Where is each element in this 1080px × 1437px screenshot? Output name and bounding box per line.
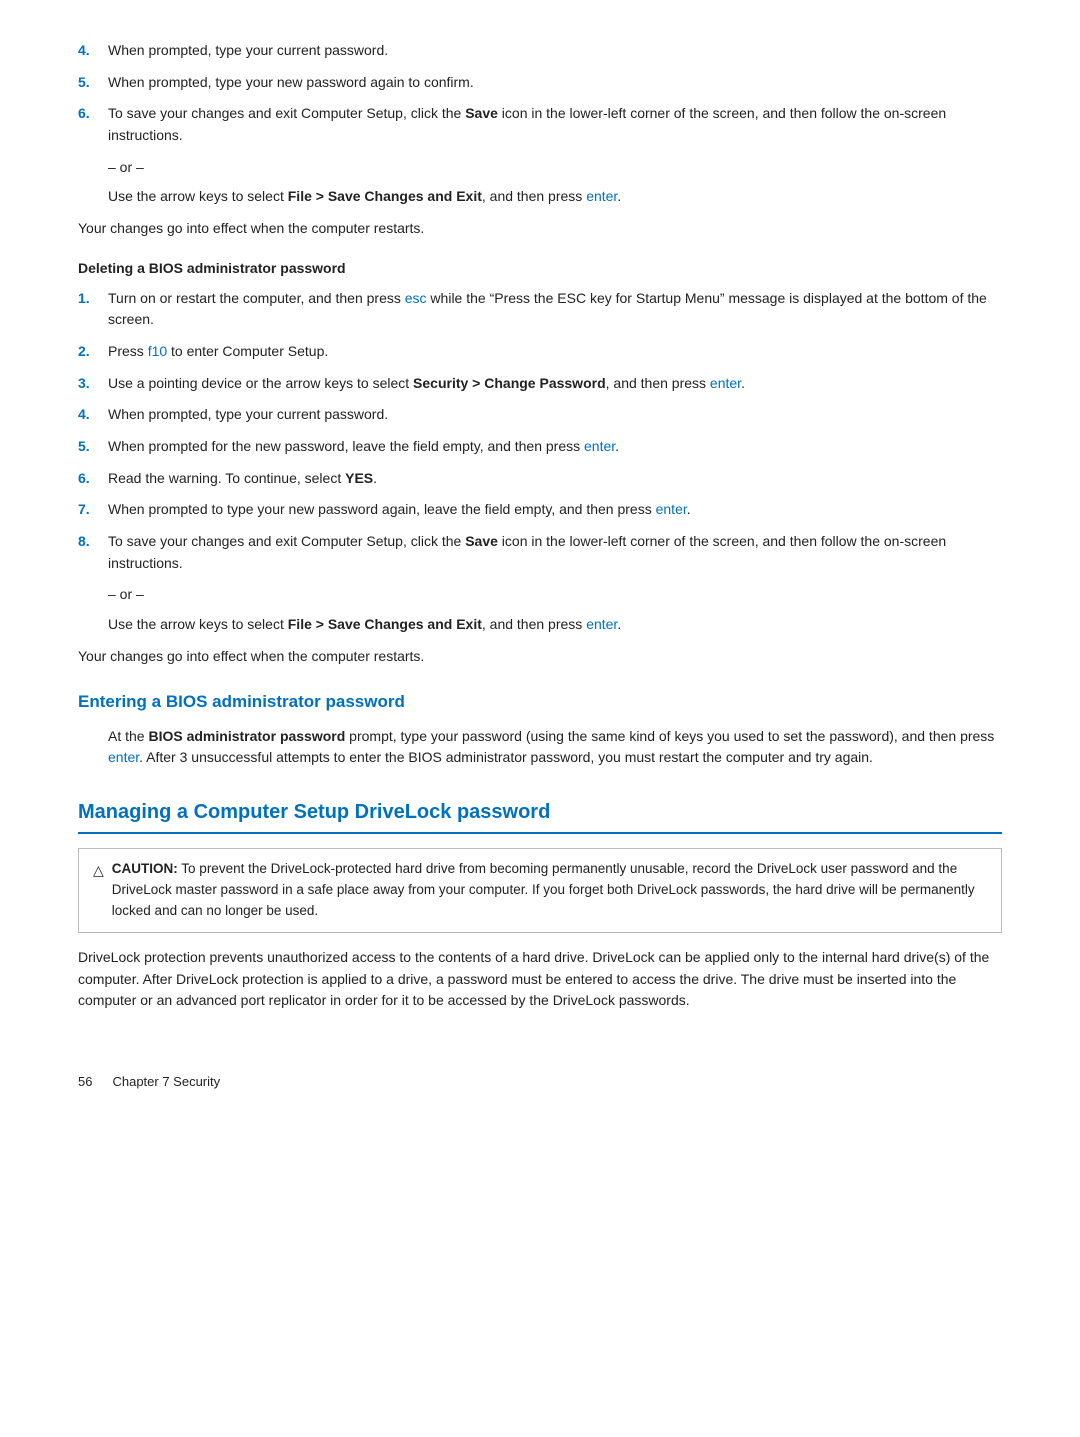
step-text: When prompted for the new password, leav… [108, 436, 1002, 458]
step-text: When prompted, type your new password ag… [108, 72, 1002, 94]
step-num: 3. [78, 373, 96, 395]
step-num: 8. [78, 531, 96, 574]
list-item: 4. When prompted, type your current pass… [78, 40, 1002, 62]
step-num: 4. [78, 40, 96, 62]
entering-bios-heading: Entering a BIOS administrator password [78, 689, 1002, 715]
step-text: To save your changes and exit Computer S… [108, 531, 1002, 574]
restarts-note-1: Your changes go into effect when the com… [78, 218, 1002, 240]
step-text: Use a pointing device or the arrow keys … [108, 373, 1002, 395]
step-num: 6. [78, 103, 96, 146]
enter-link-5[interactable]: enter [586, 616, 617, 632]
file-save-alt-1: Use the arrow keys to select File > Save… [108, 186, 1002, 208]
list-item: 4. When prompted, type your current pass… [78, 404, 1002, 426]
list-item: 3. Use a pointing device or the arrow ke… [78, 373, 1002, 395]
step-num: 1. [78, 288, 96, 331]
step-text: Read the warning. To continue, select YE… [108, 468, 1002, 490]
step-num: 5. [78, 72, 96, 94]
caution-label: CAUTION: [112, 861, 178, 876]
or-separator-2: – or – [108, 584, 1002, 606]
step-text: To save your changes and exit Computer S… [108, 103, 1002, 146]
caution-box: △ CAUTION: To prevent the DriveLock-prot… [78, 848, 1002, 933]
deleting-steps-list: 1. Turn on or restart the computer, and … [78, 288, 1002, 575]
list-item: 5. When prompted, type your new password… [78, 72, 1002, 94]
top-steps-list: 4. When prompted, type your current pass… [78, 40, 1002, 147]
managing-drivelock-heading: Managing a Computer Setup DriveLock pass… [78, 797, 1002, 834]
step-text: When prompted to type your new password … [108, 499, 1002, 521]
step-text: Press f10 to enter Computer Setup. [108, 341, 1002, 363]
step-text: Turn on or restart the computer, and the… [108, 288, 1002, 331]
enter-link-1[interactable]: enter [586, 188, 617, 204]
caution-text: CAUTION: To prevent the DriveLock-protec… [112, 859, 987, 922]
step-num: 4. [78, 404, 96, 426]
restarts-note-2: Your changes go into effect when the com… [78, 646, 1002, 668]
enter-link-2[interactable]: enter [710, 375, 741, 391]
step-num: 7. [78, 499, 96, 521]
esc-link-1[interactable]: esc [405, 290, 427, 306]
enter-link-6[interactable]: enter [108, 749, 139, 765]
list-item: 6. Read the warning. To continue, select… [78, 468, 1002, 490]
step-num: 5. [78, 436, 96, 458]
or-separator-1: – or – [108, 157, 1002, 179]
page-footer: 56 Chapter 7 Security [78, 1072, 1002, 1092]
caution-body: To prevent the DriveLock-protected hard … [112, 861, 975, 918]
drivelock-para: DriveLock protection prevents unauthoriz… [78, 947, 1002, 1012]
deleting-heading: Deleting a BIOS administrator password [78, 258, 1002, 280]
entering-bios-para: At the BIOS administrator password promp… [108, 726, 1002, 769]
step-text: When prompted, type your current passwor… [108, 404, 1002, 426]
step-num: 2. [78, 341, 96, 363]
list-item: 8. To save your changes and exit Compute… [78, 531, 1002, 574]
step-text: When prompted, type your current passwor… [108, 40, 1002, 62]
enter-link-3[interactable]: enter [584, 438, 615, 454]
caution-icon: △ [93, 860, 104, 882]
list-item: 5. When prompted for the new password, l… [78, 436, 1002, 458]
list-item: 2. Press f10 to enter Computer Setup. [78, 341, 1002, 363]
list-item: 6. To save your changes and exit Compute… [78, 103, 1002, 146]
f10-link-1[interactable]: f10 [148, 343, 167, 359]
list-item: 1. Turn on or restart the computer, and … [78, 288, 1002, 331]
list-item: 7. When prompted to type your new passwo… [78, 499, 1002, 521]
chapter-label: Chapter 7 Security [112, 1072, 220, 1092]
step-num: 6. [78, 468, 96, 490]
enter-link-4[interactable]: enter [656, 501, 687, 517]
file-save-alt-2: Use the arrow keys to select File > Save… [108, 614, 1002, 636]
page-number: 56 [78, 1072, 92, 1092]
entering-bios-block: At the BIOS administrator password promp… [108, 726, 1002, 769]
